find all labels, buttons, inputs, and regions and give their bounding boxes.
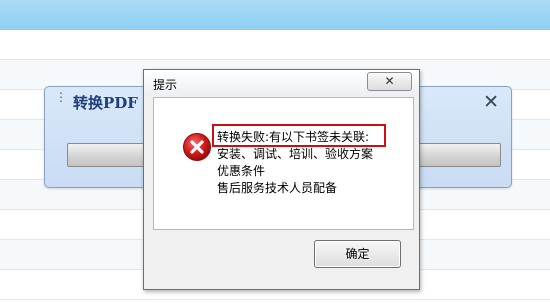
top-banner <box>0 0 550 31</box>
dialog-close-button[interactable]: ✕ <box>367 72 412 91</box>
close-icon[interactable]: ✕ <box>483 93 499 112</box>
ok-button[interactable]: 确定 <box>314 240 401 268</box>
message-line: 安装、调试、培训、验收方案 <box>217 147 374 161</box>
drag-handle-icon[interactable]: ⋮ <box>55 91 67 111</box>
message-line: 转换失败:有以下书签未关联: <box>217 130 370 144</box>
background-row <box>0 30 550 60</box>
dialog-titlebar[interactable]: 提示 ✕ <box>144 70 419 96</box>
dialog-title: 提示 <box>153 78 178 92</box>
message-line: 优惠条件 <box>217 164 266 178</box>
error-icon <box>183 133 211 161</box>
alert-dialog: 提示 ✕ 转换失败:有以下书签未关联: 安装、调试、培训、验收方案 优惠条件 售… <box>143 69 420 290</box>
message-line: 售后服务技术人员配备 <box>217 181 338 195</box>
panel-title: 转换PDF <box>73 94 138 112</box>
error-message: 转换失败:有以下书签未关联: 安装、调试、培训、验收方案 优惠条件 售后服务技术… <box>217 129 373 197</box>
dialog-content: 转换失败:有以下书签未关联: 安装、调试、培训、验收方案 优惠条件 售后服务技术… <box>153 97 414 230</box>
